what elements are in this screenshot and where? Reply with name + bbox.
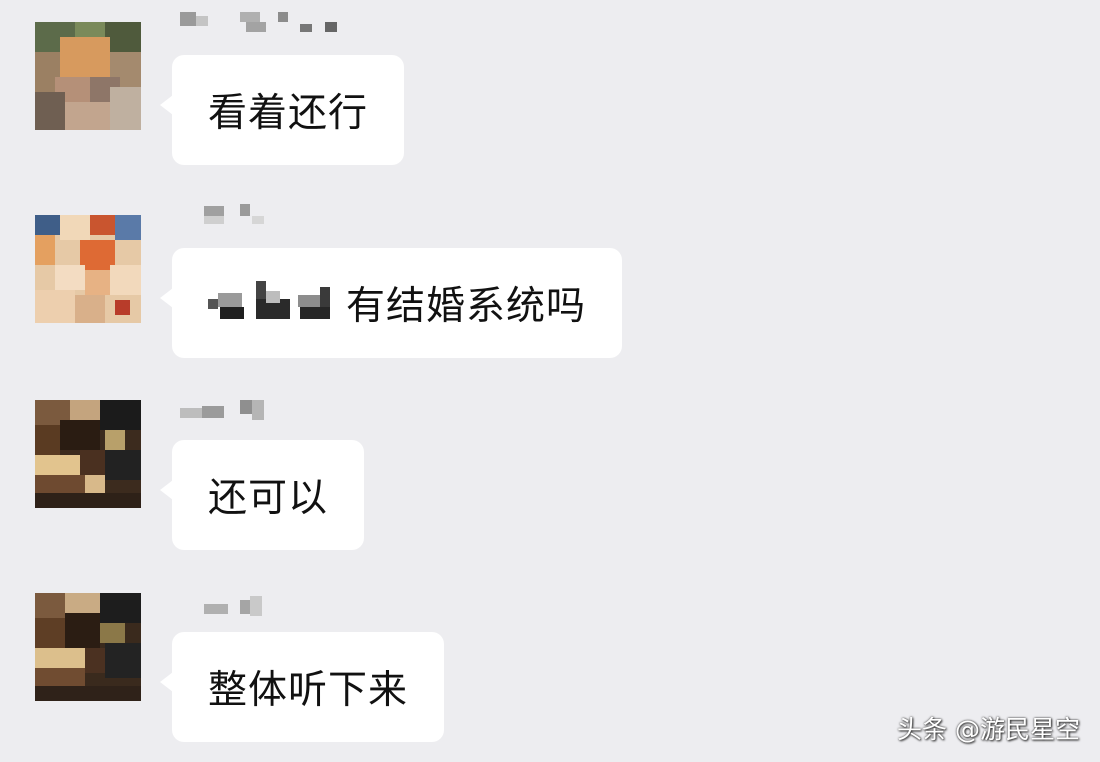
avatar[interactable]: [35, 593, 141, 701]
avatar[interactable]: [35, 400, 141, 508]
message-bubble[interactable]: 有结婚系统吗: [159, 248, 623, 358]
avatar[interactable]: [35, 22, 141, 130]
watermark: 头条 @游民星空: [897, 715, 1080, 744]
sender-name-redacted: [180, 596, 280, 618]
message-text: 整体听下来: [208, 668, 409, 713]
avatar[interactable]: [35, 215, 141, 323]
message-text: 看着还行: [208, 91, 369, 136]
message-bubble[interactable]: 还可以: [159, 440, 365, 550]
sender-name-redacted: [180, 8, 340, 32]
message-text: 有结婚系统吗: [346, 284, 587, 329]
sender-name-redacted: [180, 202, 280, 224]
message-bubble[interactable]: 看着还行: [159, 55, 405, 165]
redacted-text-icon: [208, 281, 338, 325]
message-text: 还可以: [208, 476, 329, 521]
message-bubble[interactable]: 整体听下来: [159, 632, 445, 742]
sender-name-redacted: [180, 398, 280, 420]
